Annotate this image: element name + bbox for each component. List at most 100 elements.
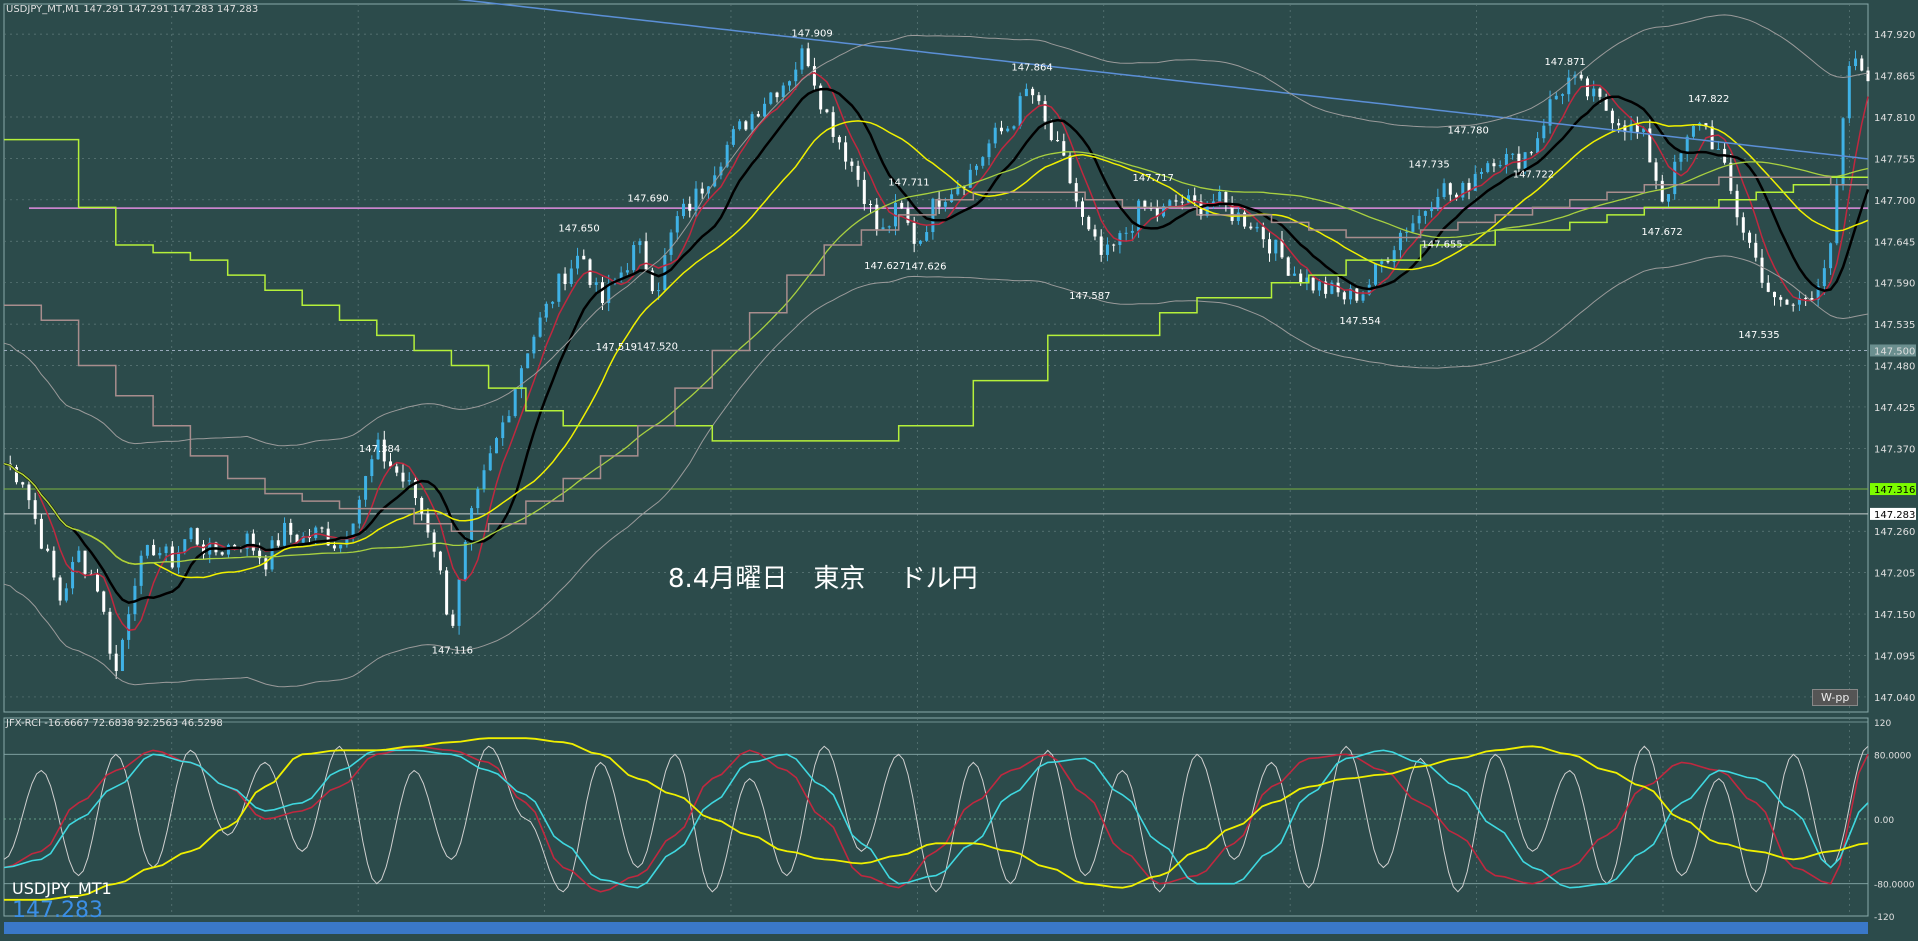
candle-body xyxy=(102,591,106,612)
swing-label: 147.717 xyxy=(1132,173,1173,184)
chart-title: USDJPY_MT,M1 147.291 147.291 147.283 147… xyxy=(6,4,259,15)
swing-label: 147.672 xyxy=(1641,227,1682,238)
candle-body xyxy=(276,540,280,546)
candle-body xyxy=(1268,239,1272,254)
candle-body xyxy=(289,522,293,535)
candle-body xyxy=(981,157,985,166)
ma-blue-line xyxy=(457,0,1869,160)
candle-body xyxy=(1847,66,1851,119)
candle-body xyxy=(357,499,361,524)
candle-body xyxy=(1561,94,1565,96)
candle-body xyxy=(451,614,455,626)
candle-body xyxy=(1417,215,1421,224)
candle-body xyxy=(781,85,785,98)
candle-body xyxy=(152,544,156,556)
y-tick-label: 147.425 xyxy=(1874,403,1915,414)
y-tick-label: 147.700 xyxy=(1874,196,1915,207)
candle-body xyxy=(1130,230,1134,233)
candle-body xyxy=(1024,88,1028,97)
envelope-lower-line xyxy=(3,255,1869,688)
candle-body xyxy=(470,508,474,543)
candle-body xyxy=(83,550,87,574)
candle-body xyxy=(1710,126,1714,150)
candle-body xyxy=(339,544,343,549)
swing-label: 147.909 xyxy=(791,28,832,39)
candle-body xyxy=(1398,232,1402,251)
candle-body xyxy=(806,48,810,67)
candle-body xyxy=(264,558,268,570)
candle-body xyxy=(1342,292,1346,300)
candle-body xyxy=(58,577,62,601)
candle-body xyxy=(1760,257,1764,283)
candle-body xyxy=(1274,239,1278,254)
candle-body xyxy=(750,114,754,130)
candle-body xyxy=(120,639,124,672)
swing-label: 147.554 xyxy=(1339,316,1380,327)
candle-body xyxy=(1124,232,1128,234)
candle-body xyxy=(1423,211,1427,216)
swing-label: 147.519 xyxy=(596,342,637,353)
candle-body xyxy=(1105,244,1109,255)
candle-body xyxy=(1174,200,1178,202)
candle-body xyxy=(999,127,1003,132)
candle-body xyxy=(220,552,224,555)
candle-body xyxy=(158,552,162,556)
candle-body xyxy=(744,121,748,130)
swing-label: 147.655 xyxy=(1421,240,1462,251)
symbol-label: USDJPY_MT1 xyxy=(12,879,112,898)
candle-body xyxy=(837,136,841,143)
y-tick-label: 147.040 xyxy=(1874,693,1915,704)
rci-tick-label: -120 xyxy=(1874,913,1895,923)
candle-body xyxy=(476,488,480,509)
candle-body xyxy=(1529,152,1533,154)
candle-body xyxy=(1099,236,1103,255)
candle-body xyxy=(538,317,542,337)
candle-body xyxy=(114,653,118,672)
candle-body xyxy=(494,438,498,454)
candle-body xyxy=(1741,217,1745,233)
candle-body xyxy=(1118,233,1122,246)
candle-body xyxy=(987,143,991,158)
swing-label: 147.116 xyxy=(432,646,473,657)
candle-body xyxy=(1617,123,1621,126)
swing-label: 147.384 xyxy=(359,444,400,455)
wpp-button[interactable]: W-pp xyxy=(1812,689,1859,706)
candle-body xyxy=(1380,261,1384,264)
candle-body xyxy=(1829,243,1833,269)
candle-body xyxy=(794,69,798,82)
candle-body xyxy=(1018,96,1022,127)
candle-body xyxy=(1411,223,1415,232)
candle-body xyxy=(1430,207,1434,212)
candle-body xyxy=(1405,231,1409,233)
candle-body xyxy=(569,268,573,285)
candle-body xyxy=(862,179,866,204)
candle-body xyxy=(1261,226,1265,240)
candle-body xyxy=(52,550,56,578)
candle-body xyxy=(320,527,324,529)
candle-body xyxy=(881,227,885,230)
candle-body xyxy=(600,282,604,304)
candle-body xyxy=(1386,261,1390,263)
candle-body xyxy=(438,551,442,571)
candle-body xyxy=(1311,277,1315,291)
ichimoku-green-line xyxy=(4,138,1868,442)
candle-body xyxy=(183,539,187,553)
candle-body xyxy=(526,353,530,369)
swing-label: 147.780 xyxy=(1448,126,1489,137)
candle-body xyxy=(1785,299,1789,305)
candle-body xyxy=(145,544,149,556)
candle-body xyxy=(127,614,131,640)
candle-body xyxy=(557,273,561,302)
candle-body xyxy=(763,103,767,117)
candle-body xyxy=(1854,58,1858,67)
candle-body xyxy=(501,422,505,439)
candle-body xyxy=(1068,155,1072,184)
candle-body xyxy=(1049,121,1053,141)
candle-body xyxy=(1542,125,1546,139)
candle-body xyxy=(1772,291,1776,298)
candle-body xyxy=(33,500,37,519)
candle-body xyxy=(850,161,854,166)
y-tick-label: 147.205 xyxy=(1874,569,1915,580)
candle-body xyxy=(1810,298,1814,300)
y-tick-label: 147.810 xyxy=(1874,113,1915,124)
